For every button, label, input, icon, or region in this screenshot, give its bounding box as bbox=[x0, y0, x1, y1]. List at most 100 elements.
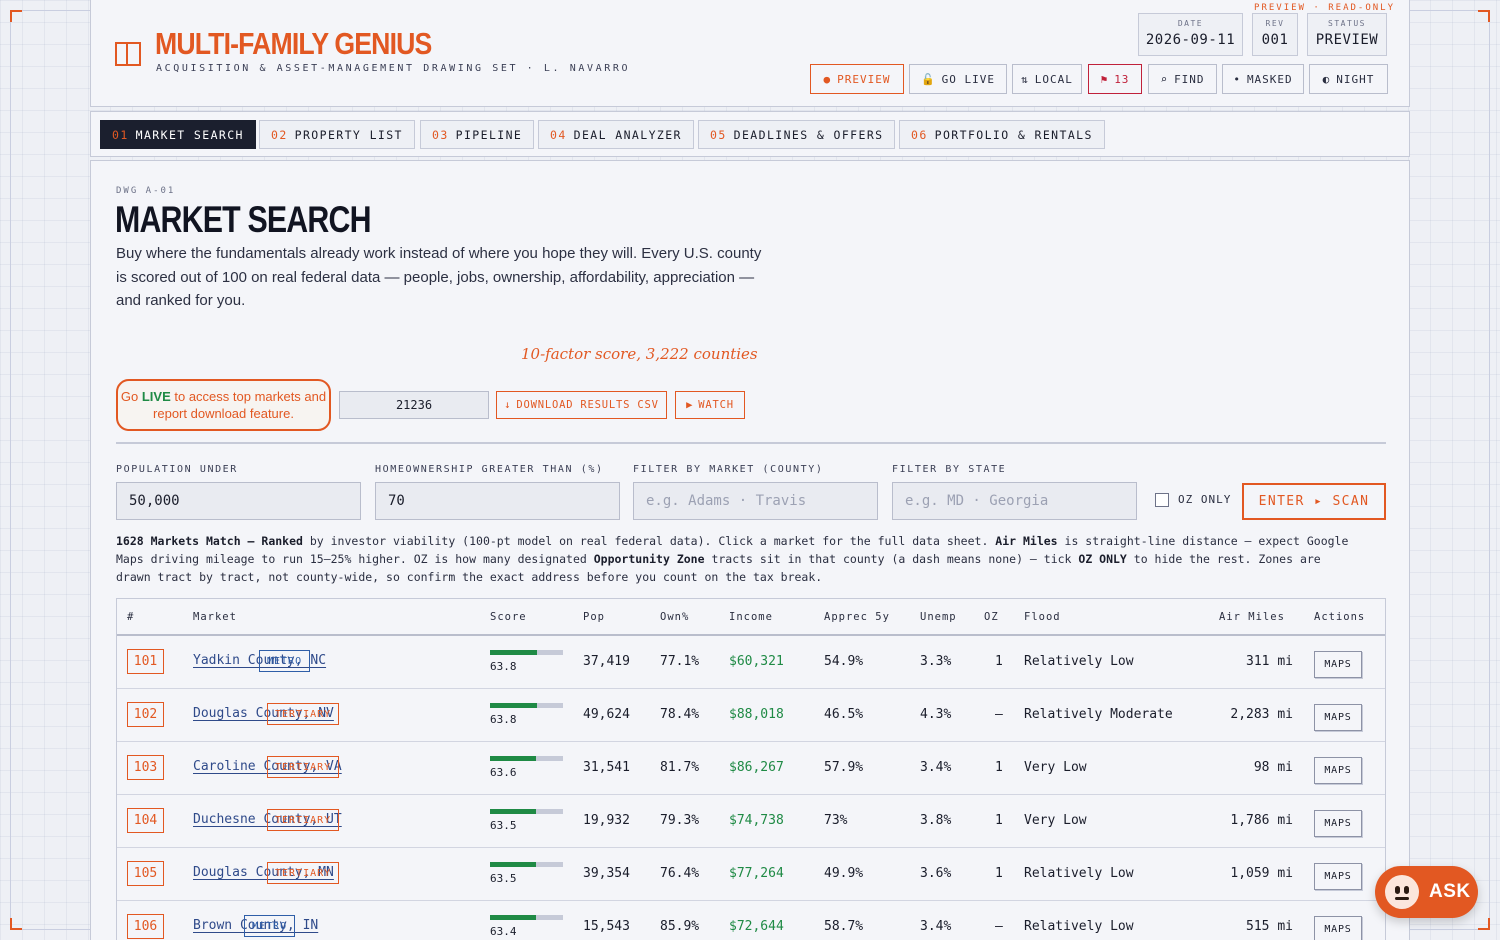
appreciation-cell: 73% bbox=[824, 813, 848, 828]
frame-corner bbox=[10, 10, 22, 22]
income-cell: $88,018 bbox=[729, 707, 784, 722]
homeownership-filter-label: HOMEOWNERSHIP GREATER THAN (%) bbox=[375, 464, 604, 475]
population-cell: 39,354 bbox=[583, 866, 630, 881]
table-row[interactable]: 105 Douglas County, MN TERTIARY 63.5 39,354 7… bbox=[117, 848, 1385, 901]
watch-label: WATCH bbox=[698, 399, 734, 411]
record-dot-icon: ● bbox=[823, 72, 832, 86]
population-cell: 19,932 bbox=[583, 813, 630, 828]
score-bar-fill bbox=[490, 650, 537, 655]
frame-corner bbox=[1478, 10, 1490, 22]
market-filter-label: FILTER BY MARKET (COUNTY) bbox=[633, 464, 824, 475]
zip-code-input[interactable] bbox=[339, 391, 489, 419]
table-row[interactable]: 102 Douglas County, NV TERTIARY 63.8 49,624 7… bbox=[117, 689, 1385, 742]
go-live-button[interactable]: 🔓 GO LIVE bbox=[909, 64, 1007, 94]
col-market: Market bbox=[193, 611, 237, 623]
maps-button[interactable]: MAPS bbox=[1314, 863, 1362, 890]
tab-deal-analyzer[interactable]: 04 DEAL ANALYZER bbox=[538, 120, 694, 149]
match-count: 1628 Markets Match — Ranked bbox=[116, 534, 303, 548]
maps-button[interactable]: MAPS bbox=[1314, 810, 1362, 837]
score-value: 63.4 bbox=[490, 925, 517, 938]
flood-risk-cell: Relatively Low bbox=[1024, 866, 1134, 881]
ownership-cell: 78.4% bbox=[660, 707, 700, 722]
air-miles-cell: 1,786 mi bbox=[1230, 813, 1293, 828]
score-bar bbox=[490, 809, 563, 814]
go-live-notice-live: LIVE bbox=[141, 389, 171, 404]
frame-corner bbox=[10, 918, 22, 930]
table-row[interactable]: 101 Yadkin County, NC METRO 63.8 37,419 77.1%… bbox=[117, 636, 1385, 689]
preview-button[interactable]: ● PREVIEW bbox=[810, 64, 904, 94]
score-value: 63.6 bbox=[490, 766, 517, 779]
explain-text: tracts sit in that county (a dash means … bbox=[704, 552, 1079, 566]
find-button[interactable]: ⌕ FIND bbox=[1148, 64, 1217, 94]
state-filter-input[interactable] bbox=[892, 482, 1137, 520]
tab-number: 02 bbox=[271, 127, 288, 142]
population-cell: 31,541 bbox=[583, 760, 630, 775]
tab-market-search[interactable]: 01 MARKET SEARCH bbox=[100, 120, 256, 149]
appreciation-cell: 46.5% bbox=[824, 707, 864, 722]
night-button[interactable]: ◐ NIGHT bbox=[1309, 64, 1388, 94]
watch-button[interactable]: ▶ WATCH bbox=[675, 391, 745, 419]
flags-button[interactable]: ⚑ 13 bbox=[1088, 64, 1142, 94]
page-title: MARKET SEARCH bbox=[115, 199, 371, 240]
market-tier-badge: TERTIARY bbox=[267, 862, 340, 884]
ask-assistant-button[interactable]: ASK bbox=[1375, 866, 1478, 918]
tab-bar: 01 MARKET SEARCH 02 PROPERTY LIST 03 PIP… bbox=[90, 111, 1410, 157]
maps-button[interactable]: MAPS bbox=[1314, 704, 1362, 731]
income-cell: $74,738 bbox=[729, 813, 784, 828]
tab-number: 03 bbox=[432, 127, 449, 142]
tab-label: PORTFOLIO & RENTALS bbox=[934, 127, 1093, 142]
air-miles-cell: 2,283 mi bbox=[1230, 707, 1293, 722]
local-button-label: LOCAL bbox=[1034, 72, 1073, 86]
tab-portfolio-rentals[interactable]: 06 PORTFOLIO & RENTALS bbox=[899, 120, 1105, 149]
tab-label: DEAL ANALYZER bbox=[573, 127, 682, 142]
download-csv-button[interactable]: ↓ DOWNLOAD RESULTS CSV bbox=[496, 391, 667, 419]
col-pop: Pop bbox=[583, 611, 605, 623]
play-icon: ▶ bbox=[686, 399, 694, 411]
oz-count-cell: — bbox=[995, 919, 1003, 934]
download-arrow-icon: ↓ bbox=[504, 399, 512, 411]
table-row[interactable]: 104 Duchesne County, UT TERTIARY 63.5 19,932… bbox=[117, 795, 1385, 848]
score-annotation: 10-factor score, 3,222 counties bbox=[521, 345, 758, 363]
flood-risk-cell: Relatively Low bbox=[1024, 919, 1134, 934]
tab-deadlines-offers[interactable]: 05 DEADLINES & OFFERS bbox=[698, 120, 896, 149]
score-bar-fill bbox=[490, 809, 537, 814]
enter-scan-button[interactable]: ENTER ▸ SCAN bbox=[1242, 483, 1386, 520]
maps-button[interactable]: MAPS bbox=[1314, 757, 1362, 784]
maps-button[interactable]: MAPS bbox=[1314, 651, 1362, 678]
masked-button[interactable]: • MASKED bbox=[1222, 64, 1304, 94]
table-row[interactable]: 103 Caroline County, VA TERTIARY 63.6 31,541… bbox=[117, 742, 1385, 795]
homeownership-input[interactable] bbox=[375, 482, 620, 520]
smiley-face-icon bbox=[1385, 875, 1419, 909]
maps-button[interactable]: MAPS bbox=[1314, 916, 1362, 940]
rank-badge: 106 bbox=[127, 914, 164, 939]
market-tier-badge: TERTIARY bbox=[267, 756, 340, 778]
unemployment-cell: 3.4% bbox=[920, 760, 952, 775]
local-button[interactable]: ⇅ LOCAL bbox=[1012, 64, 1082, 94]
explain-text: by investor viability (100-pt model on r… bbox=[302, 534, 996, 548]
oz-only-checkbox[interactable] bbox=[1155, 493, 1169, 507]
flood-risk-cell: Very Low bbox=[1024, 813, 1087, 828]
tab-number: 06 bbox=[911, 127, 928, 142]
score-bar bbox=[490, 650, 563, 655]
half-moon-icon: ◐ bbox=[1322, 72, 1331, 86]
go-live-notice-pre: Go bbox=[120, 389, 142, 404]
ownership-cell: 81.7% bbox=[660, 760, 700, 775]
tab-pipeline[interactable]: 03 PIPELINE bbox=[420, 120, 535, 149]
table-row[interactable]: 106 Brown County, IN METRO 63.4 15,543 85.9% $… bbox=[117, 901, 1385, 940]
rev-value: 001 bbox=[1261, 32, 1289, 48]
income-cell: $77,264 bbox=[729, 866, 784, 881]
book-logo-icon bbox=[115, 42, 141, 66]
air-miles-cell: 515 mi bbox=[1246, 919, 1293, 934]
col-oz: OZ bbox=[984, 611, 999, 623]
population-under-input[interactable] bbox=[116, 482, 361, 520]
tab-label: DEADLINES & OFFERS bbox=[733, 127, 884, 142]
lock-icon: 🔓 bbox=[920, 72, 936, 86]
market-filter-input[interactable] bbox=[633, 482, 878, 520]
preview-button-label: PREVIEW bbox=[837, 72, 891, 86]
col-actions: Actions bbox=[1314, 611, 1366, 623]
status-value: PREVIEW bbox=[1315, 32, 1379, 48]
go-live-notice[interactable]: Go LIVE to access top markets and report… bbox=[116, 379, 331, 431]
tab-property-list[interactable]: 02 PROPERTY LIST bbox=[259, 120, 415, 149]
app-subtitle: ACQUISITION & ASSET-MANAGEMENT DRAWING S… bbox=[156, 63, 631, 74]
rank-badge: 105 bbox=[127, 861, 164, 886]
